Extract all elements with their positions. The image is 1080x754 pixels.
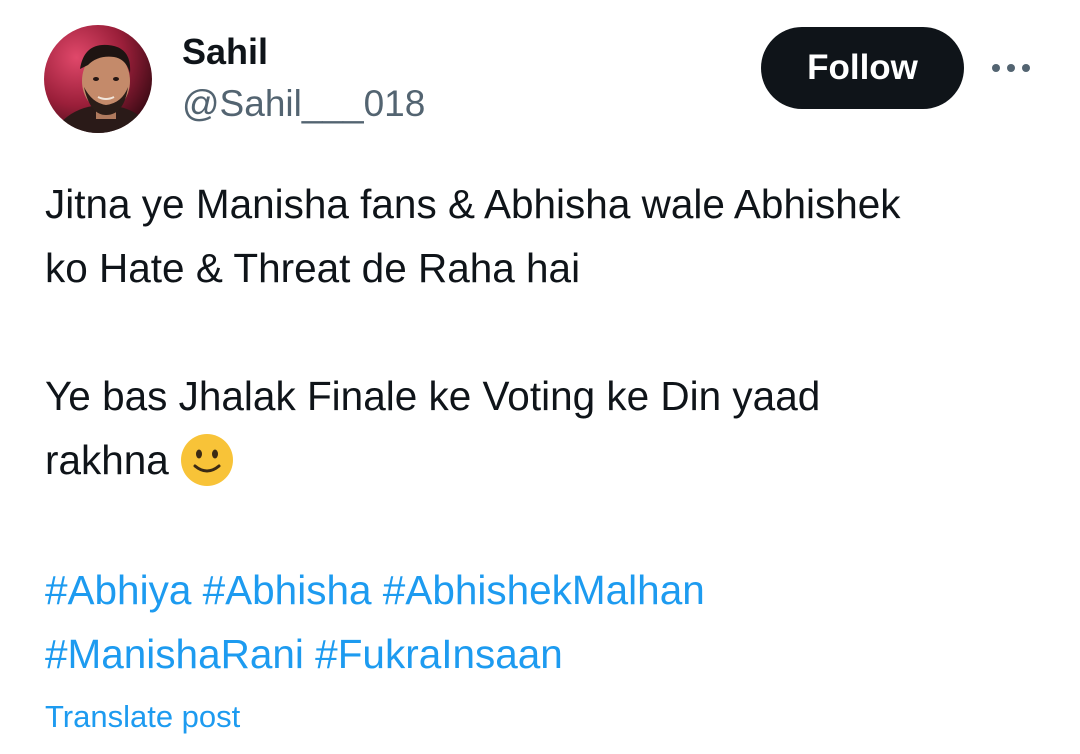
follow-button[interactable]: Follow [761, 27, 964, 109]
hashtag-link[interactable]: #Abhiya [45, 567, 191, 613]
more-options-button[interactable] [988, 52, 1034, 84]
post-line: Ye bas Jhalak Finale ke Voting ke Din ya… [45, 373, 821, 419]
user-handle[interactable]: @Sahil___018 [182, 81, 425, 127]
translate-post-link[interactable]: Translate post [45, 697, 240, 737]
smiling-face-emoji-icon [179, 432, 235, 488]
hashtag-link[interactable]: #ManishaRani [45, 631, 304, 677]
hashtag-link[interactable]: #Abhisha [203, 567, 372, 613]
hashtags: #Abhiya #Abhisha #AbhishekMalhan #Manish… [45, 558, 1045, 686]
more-horizontal-icon [992, 64, 1030, 72]
post-line: rakhna [45, 437, 169, 483]
post-line: Jitna ye Manisha fans & Abhisha wale Abh… [45, 181, 901, 227]
post-line: ko Hate & Threat de Raha hai [45, 245, 581, 291]
hashtag-link[interactable]: #AbhishekMalhan [383, 567, 705, 613]
post-text: Jitna ye Manisha fans & Abhisha wale Abh… [45, 172, 1045, 492]
display-name[interactable]: Sahil [182, 30, 268, 74]
hashtag-link[interactable]: #FukraInsaan [315, 631, 563, 677]
avatar-image [44, 25, 152, 133]
avatar[interactable] [44, 25, 152, 133]
post-line-with-emoji: rakhna [45, 428, 1045, 492]
